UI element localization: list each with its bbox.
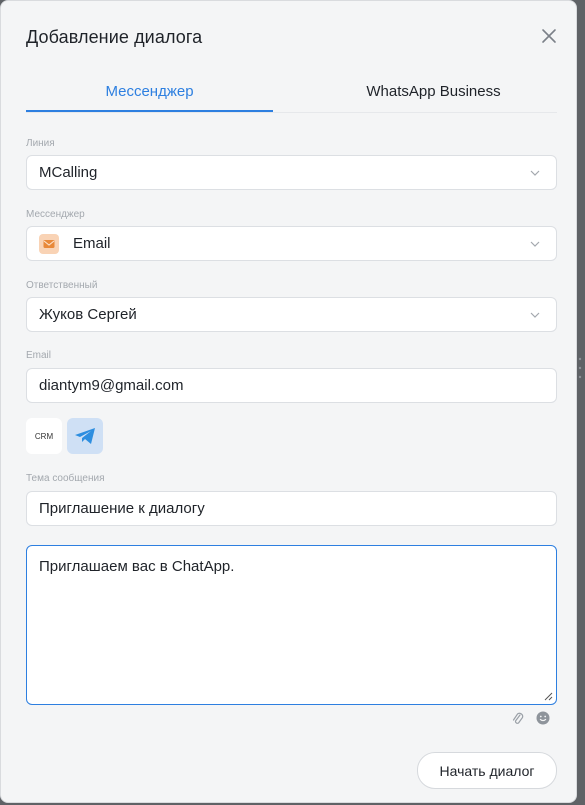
chevron-down-icon (530, 312, 540, 318)
crm-label: CRM (34, 431, 54, 441)
messenger-select[interactable]: Email (26, 226, 557, 261)
tab-whatsapp-business[interactable]: WhatsApp Business (310, 71, 557, 111)
telegram-icon (75, 428, 95, 444)
emoji-icon[interactable] (536, 711, 550, 725)
email-value: diantym9@gmail.com (39, 377, 184, 394)
crm-button[interactable]: CRM (26, 418, 62, 454)
responsible-value: Жуков Сергей (39, 306, 137, 323)
add-dialog-modal: Добавление диалога Мессенджер WhatsApp B… (0, 0, 577, 803)
start-dialog-button[interactable]: Начать диалог (417, 752, 557, 789)
telegram-button[interactable] (67, 418, 103, 454)
tab-whatsapp-business-label: WhatsApp Business (366, 82, 501, 100)
tab-messenger[interactable]: Мессенджер (26, 71, 273, 111)
drag-handle-icon (578, 357, 582, 379)
messenger-label: Мессенджер (26, 209, 85, 220)
email-label: Email (26, 350, 52, 361)
line-label: Линия (26, 138, 55, 149)
resize-handle-icon[interactable] (543, 691, 553, 701)
tab-messenger-label: Мессенджер (105, 82, 194, 100)
chevron-down-icon (530, 170, 540, 176)
line-value: MCalling (39, 164, 98, 181)
close-icon[interactable] (539, 26, 559, 46)
email-field[interactable]: diantym9@gmail.com (26, 368, 557, 403)
dialog-title: Добавление диалога (26, 27, 203, 47)
message-textarea[interactable] (26, 545, 557, 705)
messenger-value: Email (73, 235, 111, 252)
subject-field[interactable]: Приглашение к диалогу (26, 491, 557, 526)
subject-label: Тема сообщения (26, 473, 105, 484)
chevron-down-icon (530, 241, 540, 247)
responsible-select[interactable]: Жуков Сергей (26, 297, 557, 332)
envelope-icon (39, 233, 59, 254)
active-tab-indicator (26, 110, 273, 112)
line-select[interactable]: MCalling (26, 155, 557, 190)
paperclip-icon[interactable] (511, 711, 525, 727)
subject-value: Приглашение к диалогу (39, 500, 205, 517)
tab-bar: Мессенджер WhatsApp Business (26, 71, 557, 113)
responsible-label: Ответственный (26, 280, 98, 291)
